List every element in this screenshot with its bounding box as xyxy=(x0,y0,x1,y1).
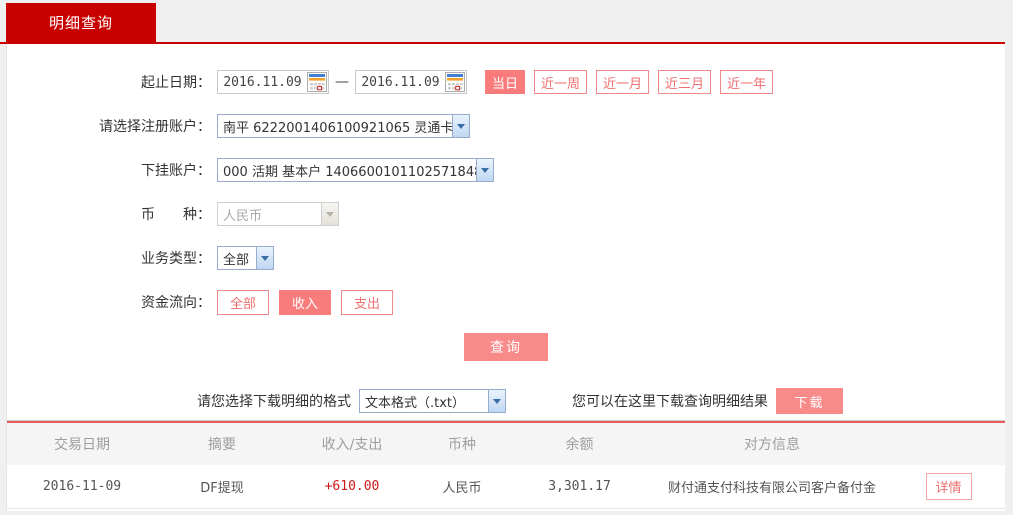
quick-range-today-button[interactable]: 当日 xyxy=(485,70,526,94)
fund-flow-row: 资金流向： 全部 收入 支出 xyxy=(7,289,1005,315)
start-date-input[interactable]: 2016.11.09 xyxy=(217,70,329,94)
header-balance: 余额 xyxy=(565,437,594,453)
download-button[interactable]: 下载 xyxy=(776,388,843,414)
currency-label: 币 种： xyxy=(141,207,211,223)
download-format-select[interactable]: 文本格式（.txt） xyxy=(359,389,506,413)
calendar-icon[interactable] xyxy=(307,72,327,92)
result-table-wrap: 交易日期 摘要 收入/支出 币种 余额 对方信息 2016-11-09 DF提现… xyxy=(7,420,1005,509)
chevron-down-icon xyxy=(452,115,469,137)
calendar-icon[interactable] xyxy=(445,72,465,92)
sub-account-value: 000 活期 基本户 1406600101102571848 xyxy=(223,164,476,180)
end-date-value: 2016.11.09 xyxy=(361,74,440,90)
sub-account-row: 下挂账户： 000 活期 基本户 1406600101102571848 xyxy=(7,157,1005,183)
end-date-input[interactable]: 2016.11.09 xyxy=(355,70,467,94)
chevron-down-icon xyxy=(321,203,338,225)
query-button-row: 查询 xyxy=(7,333,1005,361)
fund-flow-all-button[interactable]: 全部 xyxy=(217,289,270,315)
tab-bar: 明细查询 xyxy=(0,0,1005,44)
detail-query-page: 明细查询 起止日期： 2016.11.09 — 2016.11.09 当日 近一… xyxy=(0,0,1005,511)
register-account-row: 请选择注册账户： 南平 6222001406100921065 灵通卡 xyxy=(7,113,1005,139)
register-account-value: 南平 6222001406100921065 灵通卡 xyxy=(223,120,452,136)
tab-detail-query[interactable]: 明细查询 xyxy=(6,3,156,42)
cell-currency: 人民币 xyxy=(442,481,482,496)
chevron-down-icon xyxy=(488,390,505,412)
table-row: 2016-11-09 DF提现 +610.00 人民币 3,301.17 财付通… xyxy=(7,465,1005,509)
download-row: 请您选择下载明细的格式 文本格式（.txt） 您可以在这里下载查询明细结果 下载 xyxy=(7,388,1005,414)
business-type-row: 业务类型： 全部 xyxy=(7,245,1005,271)
cell-trade-date: 2016-11-09 xyxy=(42,479,122,494)
quick-range-month-button[interactable]: 近一月 xyxy=(596,70,650,94)
sub-account-select[interactable]: 000 活期 基本户 1406600101102571848 xyxy=(217,158,494,182)
quick-range-year-button[interactable]: 近一年 xyxy=(720,70,774,94)
business-type-label: 业务类型： xyxy=(141,251,211,267)
start-date-value: 2016.11.09 xyxy=(223,74,302,90)
table-header-row: 交易日期 摘要 收入/支出 币种 余额 对方信息 xyxy=(7,423,1005,465)
currency-select: 人民币 xyxy=(217,202,339,226)
sub-account-label: 下挂账户： xyxy=(141,163,211,179)
business-type-value: 全部 xyxy=(223,252,250,268)
currency-row: 币 种： 人民币 xyxy=(7,201,1005,227)
fund-flow-income-button[interactable]: 收入 xyxy=(279,289,332,315)
query-form-panel: 起止日期： 2016.11.09 — 2016.11.09 当日 近一周 近一月… xyxy=(6,44,1005,511)
header-summary: 摘要 xyxy=(208,437,236,453)
cell-amount: +610.00 xyxy=(324,479,380,494)
cell-summary: DF提现 xyxy=(200,481,244,496)
register-account-label: 请选择注册账户： xyxy=(99,119,211,135)
download-hint: 您可以在这里下载查询明细结果 xyxy=(572,394,768,410)
date-range-label: 起止日期： xyxy=(141,75,211,91)
chevron-down-icon xyxy=(476,159,493,181)
download-format-label: 请您选择下载明细的格式 xyxy=(197,394,351,410)
header-trade-date: 交易日期 xyxy=(54,437,110,453)
currency-value: 人民币 xyxy=(223,208,263,224)
date-range-row: 起止日期： 2016.11.09 — 2016.11.09 当日 近一周 近一月… xyxy=(7,69,1005,95)
query-button[interactable]: 查询 xyxy=(464,333,548,361)
detail-button[interactable]: 详情 xyxy=(925,473,972,500)
download-format-value: 文本格式（.txt） xyxy=(365,395,466,411)
header-counterparty: 对方信息 xyxy=(744,437,800,453)
cell-counterparty: 财付通支付科技有限公司客户备付金 xyxy=(667,481,876,496)
fund-flow-label: 资金流向： xyxy=(141,295,211,311)
register-account-select[interactable]: 南平 6222001406100921065 灵通卡 xyxy=(217,114,470,138)
quick-range-week-button[interactable]: 近一周 xyxy=(534,70,588,94)
cell-balance: 3,301.17 xyxy=(548,479,611,494)
chevron-down-icon xyxy=(256,247,273,269)
quick-range-quarter-button[interactable]: 近三月 xyxy=(658,70,712,94)
fund-flow-expense-button[interactable]: 支出 xyxy=(341,289,394,315)
header-currency: 币种 xyxy=(448,437,476,453)
header-income-expense: 收入/支出 xyxy=(321,437,383,453)
business-type-select[interactable]: 全部 xyxy=(217,246,274,270)
result-table: 交易日期 摘要 收入/支出 币种 余额 对方信息 2016-11-09 DF提现… xyxy=(7,421,1005,509)
date-range-separator: — xyxy=(335,74,349,90)
